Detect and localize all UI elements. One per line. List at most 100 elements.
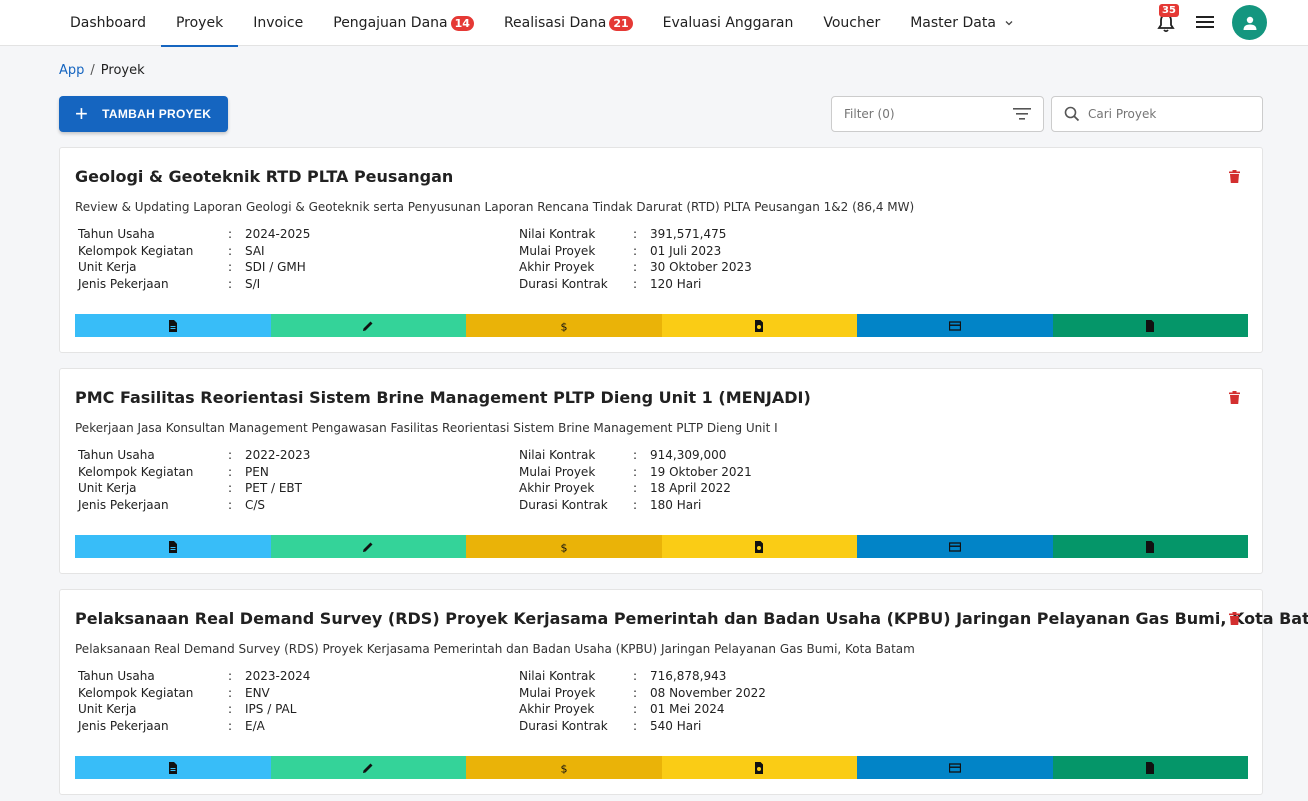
- label-unit-kerja: Unit Kerja: [78, 481, 137, 495]
- document-icon: [168, 540, 177, 553]
- action-pencil-button[interactable]: [270, 535, 466, 558]
- add-project-button[interactable]: + TAMBAH PROYEK: [59, 96, 228, 132]
- svg-text:$: $: [560, 541, 567, 553]
- action-card-button[interactable]: [857, 535, 1053, 558]
- value-tahun-usaha: 2024-2025: [245, 227, 311, 241]
- project-info-left: Tahun Usaha:2024-2025 Kelompok Kegiatan:…: [78, 226, 310, 292]
- label-jenis-pekerjaan: Jenis Pekerjaan: [78, 276, 169, 291]
- value-mulai-proyek: 19 Oktober 2021: [650, 464, 752, 479]
- colon: :: [633, 448, 638, 462]
- search-input[interactable]: [1088, 107, 1238, 121]
- project-title: PMC Fasilitas Reorientasi Sistem Brine M…: [75, 388, 811, 407]
- colon: :: [633, 685, 638, 700]
- nav-proyek[interactable]: Proyek: [160, 0, 239, 47]
- action-document-button[interactable]: [75, 535, 271, 558]
- label-unit-kerja: Unit Kerja: [78, 260, 137, 274]
- breadcrumb-app-link[interactable]: App: [59, 63, 84, 78]
- colon: :: [228, 464, 233, 479]
- chevron-down-icon: [1005, 21, 1013, 26]
- label-nilai-kontrak: Nilai Kontrak: [519, 669, 596, 683]
- value-mulai-proyek: 08 November 2022: [650, 685, 766, 700]
- search-box: [1051, 96, 1263, 132]
- label-durasi-kontrak: Durasi Kontrak: [519, 718, 608, 733]
- label-kelompok-kegiatan: Kelompok Kegiatan: [78, 685, 194, 700]
- count-badge: 21: [609, 15, 633, 31]
- action-dollar-button[interactable]: $: [466, 756, 662, 779]
- value-akhir-proyek: 01 Mei 2024: [650, 702, 725, 716]
- value-nilai-kontrak: 716,878,943: [650, 669, 727, 683]
- project-description: Review & Updating Laporan Geologi & Geot…: [75, 200, 915, 214]
- action-document-button[interactable]: [75, 756, 271, 779]
- colon: :: [633, 702, 638, 716]
- label-kelompok-kegiatan: Kelompok Kegiatan: [78, 464, 194, 479]
- colon: :: [228, 227, 233, 241]
- project-card: Geologi & Geoteknik RTD PLTA Peusangan R…: [59, 147, 1263, 353]
- document-icon: [168, 761, 177, 774]
- project-action-bar: $: [75, 756, 1248, 779]
- label-tahun-usaha: Tahun Usaha: [78, 227, 155, 241]
- action-pencil-button[interactable]: [270, 314, 466, 337]
- colon: :: [633, 243, 638, 258]
- action-file-button[interactable]: [1052, 756, 1248, 779]
- breadcrumb-separator: /: [90, 63, 95, 78]
- action-document-button[interactable]: [75, 314, 271, 337]
- breadcrumb: App / Proyek: [59, 63, 145, 78]
- colon: :: [633, 260, 638, 274]
- trash-icon[interactable]: [1229, 391, 1240, 404]
- nav-label: Proyek: [175, 15, 224, 31]
- add-project-label: TAMBAH PROYEK: [102, 107, 212, 121]
- hamburger-menu-icon[interactable]: [1196, 14, 1214, 30]
- action-card-button[interactable]: [857, 314, 1053, 337]
- nav-evaluasi-anggaran[interactable]: Evaluasi Anggaran: [648, 0, 809, 46]
- trash-icon[interactable]: [1229, 170, 1240, 183]
- notification-badge: 35: [1159, 4, 1179, 17]
- value-unit-kerja: SDI / GMH: [245, 260, 306, 274]
- file-icon: [1146, 761, 1155, 774]
- filter-button[interactable]: Filter (0): [831, 96, 1044, 132]
- value-akhir-proyek: 18 April 2022: [650, 481, 731, 495]
- action-pencil-button[interactable]: [270, 756, 466, 779]
- value-mulai-proyek: 01 Juli 2023: [650, 243, 722, 258]
- dollar-icon: $: [560, 541, 567, 553]
- action-file-button[interactable]: [1052, 535, 1248, 558]
- colon: :: [633, 669, 638, 683]
- dollar-icon: $: [560, 762, 567, 774]
- value-tahun-usaha: 2023-2024: [245, 669, 311, 683]
- colon: :: [633, 718, 638, 733]
- nav-dashboard[interactable]: Dashboard: [55, 0, 161, 46]
- colon: :: [228, 448, 233, 462]
- label-durasi-kontrak: Durasi Kontrak: [519, 276, 608, 291]
- search-icon: [1064, 106, 1080, 122]
- value-nilai-kontrak: 914,309,000: [650, 448, 727, 462]
- pencil-icon: [363, 763, 373, 773]
- nav-master-data[interactable]: Master Data: [895, 0, 1029, 46]
- nav-label: Invoice: [253, 15, 304, 31]
- action-dollar-button[interactable]: $: [466, 535, 662, 558]
- file-badge-icon: [755, 319, 764, 332]
- nav-realisasi-dana[interactable]: Realisasi Dana 21: [489, 0, 648, 46]
- dollar-icon: $: [560, 320, 567, 332]
- action-file-badge-button[interactable]: [661, 756, 857, 779]
- count-badge: 14: [450, 15, 474, 31]
- nav-pengajuan-dana[interactable]: Pengajuan Dana 14: [318, 0, 489, 46]
- action-file-badge-button[interactable]: [661, 535, 857, 558]
- top-navbar: Dashboard Proyek Invoice Pengajuan Dana 1…: [0, 0, 1308, 47]
- label-kelompok-kegiatan: Kelompok Kegiatan: [78, 243, 194, 258]
- trash-icon[interactable]: [1229, 612, 1240, 625]
- colon: :: [633, 481, 638, 495]
- filter-label: Filter (0): [844, 107, 895, 121]
- nav-label: Master Data: [910, 15, 996, 31]
- action-dollar-button[interactable]: $: [466, 314, 662, 337]
- project-description: Pelaksanaan Real Demand Survey (RDS) Pro…: [75, 642, 915, 656]
- nav-voucher[interactable]: Voucher: [808, 0, 895, 46]
- label-mulai-proyek: Mulai Proyek: [519, 464, 596, 479]
- value-durasi-kontrak: 540 Hari: [650, 718, 702, 733]
- action-file-badge-button[interactable]: [661, 314, 857, 337]
- nav-invoice[interactable]: Invoice: [238, 0, 318, 46]
- action-card-button[interactable]: [857, 756, 1053, 779]
- action-file-button[interactable]: [1052, 314, 1248, 337]
- file-badge-icon: [755, 761, 764, 774]
- filter-icon: [1013, 108, 1031, 120]
- user-avatar[interactable]: [1232, 5, 1267, 40]
- project-action-bar: $: [75, 314, 1248, 337]
